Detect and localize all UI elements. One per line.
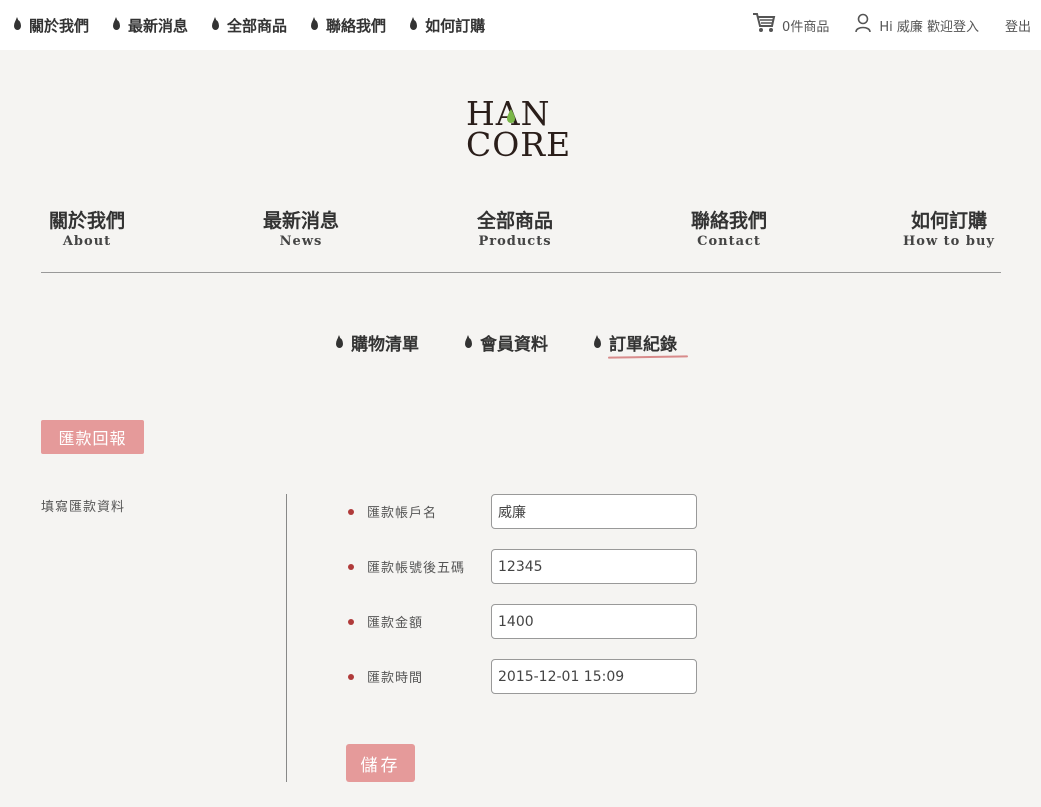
logo[interactable]: HAN CORE [466,97,578,164]
time-input[interactable]: 2015-12-01 15:09 [491,659,697,694]
user-greeting[interactable]: Hi 威廉 歡迎登入 [855,13,979,37]
header-actions: 0件商品 Hi 威廉 歡迎登入 登出 [752,0,1031,50]
drop-bullet-icon [311,17,319,30]
topnav-item-about[interactable]: 關於我們 [14,15,89,36]
subnav-item-cart-list[interactable]: 購物清單 [336,330,419,355]
drop-bullet-icon [113,17,121,30]
account-subnav: 購物清單 會員資料 訂單紀錄 [336,330,723,359]
mainnav-en: Products [478,234,552,249]
side-label: 填寫匯款資料 [41,500,126,515]
form-row-account-name: 匯款帳戶名 威廉 [348,494,697,529]
mainnav-zh: 如何訂購 [910,210,987,232]
leaf-drop-icon [507,109,515,123]
user-icon [855,13,879,37]
mainnav-en: Contact [697,234,761,249]
drop-bullet-icon [465,334,472,348]
form-row-time: 匯款時間 2015-12-01 15:09 [348,659,697,694]
mainnav-item-news[interactable]: 最新消息 News [263,206,339,249]
drop-bullet-icon [594,334,601,348]
required-dot [348,673,354,680]
section-tag: 匯款回報 [41,420,144,454]
amount-input[interactable]: 1400 [491,604,697,639]
mainnav-en: News [279,234,323,249]
field-label: 匯款時間 [367,671,424,686]
required-dot [348,563,354,570]
cart-label: 0件商品 [782,19,830,35]
account-last5-input[interactable]: 12345 [491,549,697,584]
mainnav-zh: 聯絡我們 [691,210,768,232]
logout-link[interactable]: 登出 [1005,16,1031,35]
topnav-label: 最新消息 [128,16,189,35]
main-nav: 關於我們 About 最新消息 News 全部商品 Products 聯絡我們 … [41,206,1001,273]
required-dot [348,618,354,625]
user-greeting-label: Hi 威廉 歡迎登入 [879,19,979,35]
topnav-label: 如何訂購 [425,16,486,35]
top-bar: 關於我們 最新消息 全部商品 聯絡我們 如何訂購 0件商品 Hi 威廉 歡迎登入… [0,0,1041,50]
form-row-amount: 匯款金額 1400 [348,604,697,639]
subnav-label: 購物清單 [351,335,419,355]
topnav-item-howtobuy[interactable]: 如何訂購 [410,15,485,36]
drop-bullet-icon [14,17,21,30]
cart-link[interactable]: 0件商品 [752,12,829,38]
mainnav-item-contact[interactable]: 聯絡我們 Contact [691,206,767,249]
save-button[interactable]: 儲存 [346,744,415,782]
topnav-item-news[interactable]: 最新消息 [113,15,188,36]
drop-bullet-icon [212,17,220,30]
required-dot [348,508,354,515]
mainnav-en: About [62,234,112,249]
mainnav-zh: 全部商品 [477,210,554,232]
logo-line-2: CORE [466,125,572,164]
form-row-account-last5: 匯款帳號後五碼 12345 [348,549,697,584]
mainnav-item-about[interactable]: 關於我們 About [49,206,125,249]
subnav-item-member-info[interactable]: 會員資料 [465,330,548,355]
topnav-label: 聯絡我們 [326,16,387,35]
subnav-label: 訂單紀錄 [609,335,677,355]
account-name-input[interactable]: 威廉 [491,494,697,529]
topnav-label: 全部商品 [227,16,288,35]
mainnav-en: How to buy [903,234,995,249]
top-nav: 關於我們 最新消息 全部商品 聯絡我們 如何訂購 [14,0,509,50]
mainnav-item-howtobuy[interactable]: 如何訂購 How to buy [903,206,995,249]
field-label: 匯款帳戶名 [367,506,438,521]
divider [286,494,287,782]
active-underline [607,355,689,359]
drop-bullet-icon [410,17,418,30]
mainnav-zh: 關於我們 [49,210,126,232]
topnav-item-contact[interactable]: 聯絡我們 [311,15,386,36]
topnav-item-products[interactable]: 全部商品 [212,15,287,36]
cart-icon [752,12,782,38]
field-label: 匯款帳號後五碼 [367,561,466,576]
mainnav-item-products[interactable]: 全部商品 Products [477,206,553,249]
drop-bullet-icon [336,334,343,348]
subnav-label: 會員資料 [480,335,548,355]
subnav-item-order-history[interactable]: 訂單紀錄 [594,330,689,359]
topnav-label: 關於我們 [29,16,90,35]
field-label: 匯款金額 [367,616,424,631]
mainnav-zh: 最新消息 [263,210,340,232]
